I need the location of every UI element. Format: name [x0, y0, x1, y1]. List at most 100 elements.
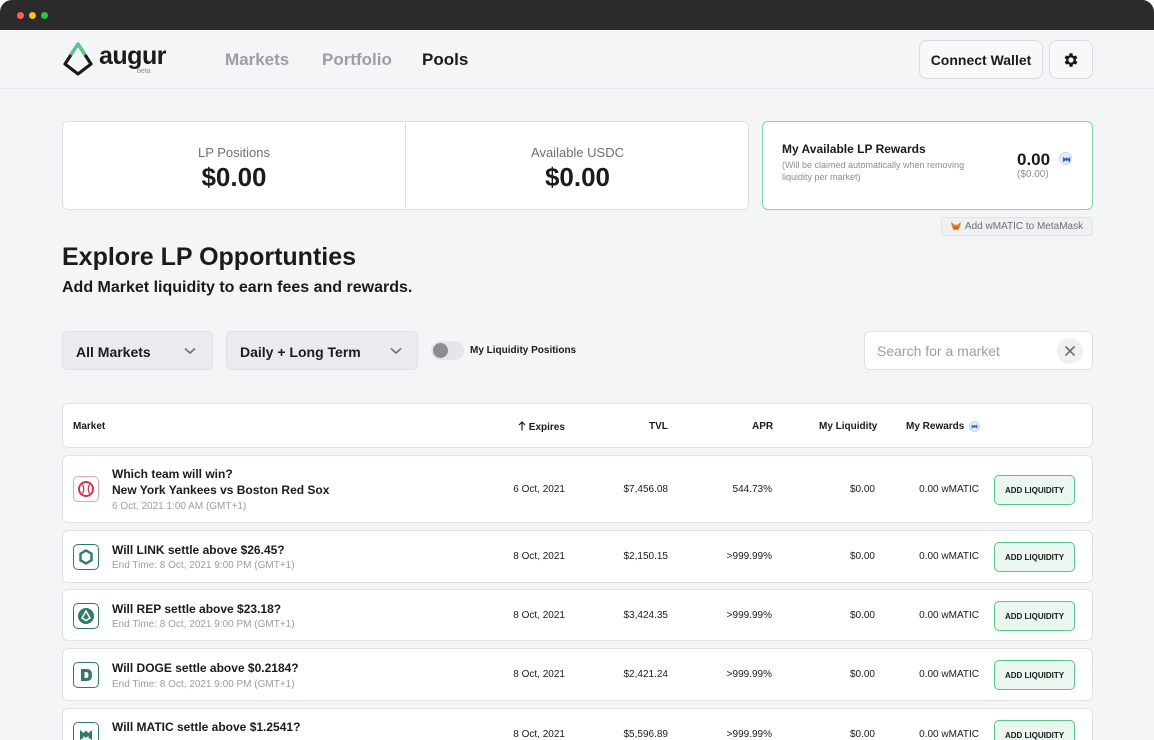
- nav-pools[interactable]: Pools: [422, 50, 468, 70]
- augur-logo[interactable]: augur beta: [63, 42, 173, 78]
- metamask-fox-icon: [950, 222, 961, 231]
- market-my-liquidity: $0.00: [849, 729, 875, 740]
- market-type-select[interactable]: All Markets: [62, 331, 213, 370]
- table-row[interactable]: Which team will win? New York Yankees vs…: [62, 455, 1093, 523]
- market-apr: >999.99%: [726, 610, 772, 621]
- market-question: Will REP settle above $23.18?: [112, 602, 282, 616]
- add-liquidity-button[interactable]: ADD LIQUIDITY: [994, 720, 1075, 740]
- page-title: Explore LP Opportunties: [62, 243, 357, 271]
- nav-markets[interactable]: Markets: [225, 50, 289, 70]
- doge-icon: [73, 662, 99, 688]
- table-row[interactable]: Will REP settle above $23.18? End Time: …: [62, 589, 1093, 641]
- toggle-knob: [433, 343, 448, 358]
- lp-positions-stat: LP Positions $0.00: [63, 122, 406, 209]
- market-question: Will LINK settle above $26.45?: [112, 543, 285, 557]
- market-time: End Time: 8 Oct, 2021 9:00 PM (GMT+1): [112, 679, 295, 690]
- lp-positions-value: $0.00: [201, 162, 267, 192]
- header-my-liquidity[interactable]: My Liquidity: [819, 421, 877, 432]
- market-apr: 544.73%: [732, 484, 772, 495]
- market-apr: >999.99%: [726, 551, 772, 562]
- market-time: 6 Oct, 2021 1:00 AM (GMT+1): [112, 501, 247, 512]
- add-liquidity-button[interactable]: ADD LIQUIDITY: [994, 542, 1075, 572]
- market-my-liquidity: $0.00: [849, 610, 875, 621]
- add-liquidity-button[interactable]: ADD LIQUIDITY: [994, 660, 1075, 690]
- header-tvl[interactable]: TVL: [649, 421, 668, 432]
- header-my-rewards-label: My Rewards: [906, 421, 965, 433]
- close-icon: [1064, 345, 1076, 357]
- title-bar: [0, 0, 1154, 30]
- settings-button[interactable]: [1049, 40, 1093, 79]
- term-select[interactable]: Daily + Long Term: [226, 331, 418, 370]
- market-expires: 8 Oct, 2021: [513, 669, 565, 680]
- rewards-amount-usd: ($0.00): [1017, 169, 1049, 180]
- my-liquidity-toggle[interactable]: [431, 341, 464, 360]
- market-my-liquidity: $0.00: [849, 484, 875, 495]
- add-wmatic-metamask-button[interactable]: Add wMATIC to MetaMask: [941, 217, 1093, 236]
- clear-search-button[interactable]: [1057, 338, 1083, 364]
- gear-icon: [1064, 52, 1078, 67]
- nav-portfolio[interactable]: Portfolio: [322, 50, 392, 70]
- app-window: augur beta Markets Portfolio Pools Conne…: [0, 0, 1154, 740]
- market-apr: >999.99%: [726, 729, 772, 740]
- table-row[interactable]: Will LINK settle above $26.45? End Time:…: [62, 530, 1093, 583]
- market-my-liquidity: $0.00: [849, 551, 875, 562]
- market-tvl: $5,596.89: [623, 729, 669, 740]
- header-my-rewards[interactable]: My Rewards: [906, 421, 981, 433]
- market-expires: 6 Oct, 2021: [513, 484, 565, 495]
- market-my-rewards: 0.00 wMATIC: [919, 669, 979, 680]
- market-expires: 8 Oct, 2021: [513, 551, 565, 562]
- lp-rewards-card: My Available LP Rewards (Will be claimed…: [762, 121, 1093, 210]
- available-usdc-stat: Available USDC $0.00: [406, 122, 749, 209]
- market-question: Will DOGE settle above $0.2184?: [112, 661, 299, 675]
- header-apr[interactable]: APR: [752, 421, 773, 432]
- minimize-window-dot[interactable]: [29, 12, 36, 19]
- available-usdc-value: $0.00: [544, 162, 611, 192]
- add-liquidity-button[interactable]: ADD LIQUIDITY: [994, 601, 1075, 631]
- market-search: [864, 331, 1093, 370]
- logo-text: augur: [99, 42, 166, 70]
- add-liquidity-button[interactable]: ADD LIQUIDITY: [994, 475, 1075, 505]
- market-expires: 8 Oct, 2021: [513, 610, 565, 621]
- search-input[interactable]: [877, 341, 1047, 361]
- market-tvl: $2,150.15: [623, 551, 669, 562]
- table-row[interactable]: Will DOGE settle above $0.2184? End Time…: [62, 648, 1093, 701]
- matic-icon: [73, 722, 99, 740]
- header-market[interactable]: Market: [73, 421, 105, 432]
- market-expires: 8 Oct, 2021: [513, 729, 565, 740]
- connect-wallet-button[interactable]: Connect Wallet: [919, 40, 1043, 79]
- market-question: Will MATIC settle above $1.2541?: [112, 720, 301, 734]
- market-my-rewards: 0.00 wMATIC: [919, 551, 979, 562]
- maximize-window-dot[interactable]: [41, 12, 48, 19]
- augur-logo-icon: [63, 42, 93, 76]
- market-time: End Time: 8 Oct, 2021 9:00 PM (GMT+1): [112, 560, 295, 571]
- market-my-rewards: 0.00 wMATIC: [919, 729, 979, 740]
- sort-arrow-up-icon: [518, 421, 526, 431]
- beta-label: beta: [137, 68, 151, 75]
- header-expires-label: Expires: [528, 422, 565, 433]
- lp-positions-label: LP Positions: [197, 145, 271, 160]
- rewards-amount: 0.00: [1017, 150, 1051, 169]
- top-navigation: augur beta Markets Portfolio Pools Conne…: [0, 30, 1154, 89]
- market-my-rewards: 0.00 wMATIC: [919, 610, 979, 621]
- chevron-down-icon: [184, 347, 196, 355]
- matic-icon: [969, 421, 981, 432]
- available-usdc-label: Available USDC: [531, 145, 624, 160]
- market-tvl: $7,456.08: [623, 484, 669, 495]
- market-teams: New York Yankees vs Boston Red Sox: [112, 483, 330, 497]
- market-apr: >999.99%: [726, 669, 772, 680]
- rep-icon: [73, 603, 99, 629]
- matic-icon: [1059, 152, 1072, 165]
- table-header: Market Expires TVL APR My Liquidity My R…: [62, 403, 1093, 448]
- close-window-dot[interactable]: [17, 12, 24, 19]
- metamask-label: Add wMATIC to MetaMask: [964, 221, 1084, 232]
- lp-stats-card: LP Positions $0.00 Available USDC $0.00: [62, 121, 749, 210]
- baseball-icon: [73, 476, 99, 502]
- page-subtitle: Add Market liquidity to earn fees and re…: [62, 279, 413, 296]
- market-tvl: $3,424.35: [623, 610, 669, 621]
- market-type-value: All Markets: [76, 344, 151, 360]
- table-row[interactable]: Will MATIC settle above $1.2541? 8 Oct, …: [62, 708, 1093, 740]
- market-my-rewards: 0.00 wMATIC: [919, 484, 979, 495]
- market-my-liquidity: $0.00: [849, 669, 875, 680]
- header-expires[interactable]: Expires: [518, 421, 565, 433]
- rewards-note: (Will be claimed automatically when remo…: [782, 160, 965, 182]
